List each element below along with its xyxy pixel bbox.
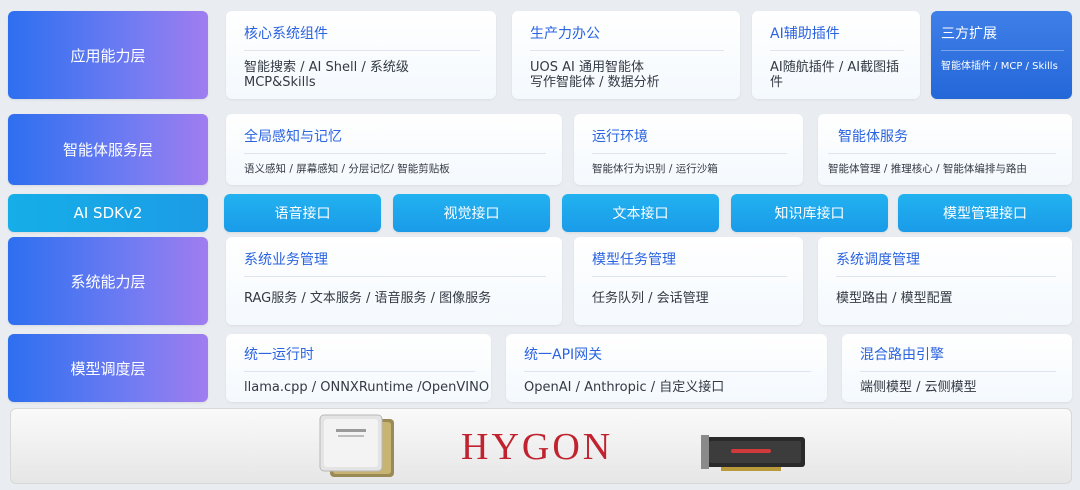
layer-label-system: 系统能力层 xyxy=(8,237,208,325)
card-title: 全局感知与记忆 xyxy=(244,126,546,154)
model-card-unified-runtime: 统一运行时 llama.cpp / ONNXRuntime /OpenVINO xyxy=(226,334,491,402)
card-desc: 智能体行为识别 / 运行沙箱 xyxy=(592,163,718,175)
sdk-interface-label: 文本接口 xyxy=(612,206,669,222)
sdk-text-interface: 文本接口 xyxy=(562,194,719,232)
system-card-task-mgmt: 模型任务管理 任务队列 / 会话管理 xyxy=(574,237,803,325)
card-desc: llama.cpp / ONNXRuntime /OpenVINO xyxy=(244,380,490,395)
layer-label-text: 系统能力层 xyxy=(70,272,146,291)
model-card-hybrid-router: 混合路由引擎 端侧模型 / 云侧模型 xyxy=(842,334,1072,402)
card-desc: 模型路由 / 模型配置 xyxy=(836,291,953,306)
card-desc: RAG服务 / 文本服务 / 语音服务 / 图像服务 xyxy=(244,291,492,306)
sdk-interface-label: 模型管理接口 xyxy=(943,206,1027,222)
card-desc: 智能体插件 / MCP / Skills xyxy=(941,61,1058,72)
card-desc: 智能体管理 / 推理核心 / 智能体编排与路由 xyxy=(828,163,1027,175)
card-title: AI辅助插件 xyxy=(770,23,904,51)
card-title: 混合路由引擎 xyxy=(860,344,1056,372)
sdk-voice-interface: 语音接口 xyxy=(224,194,381,232)
gpu-card-icon xyxy=(701,435,805,471)
sdk-knowledge-interface: 知识库接口 xyxy=(731,194,888,232)
app-card-core-components: 核心系统组件 智能搜索 / AI Shell / 系统级 MCP&Skills xyxy=(226,11,496,99)
card-desc: 智能搜索 / AI Shell / 系统级 MCP&Skills xyxy=(244,60,409,90)
agent-card-perception-memory: 全局感知与记忆 语义感知 / 屏幕感知 / 分层记忆/ 智能剪贴板 xyxy=(226,114,562,185)
layer-label-agent: 智能体服务层 xyxy=(8,114,208,185)
card-title: 系统调度管理 xyxy=(836,249,1056,277)
layer-label-text: 模型调度层 xyxy=(70,359,146,378)
layer-label-app: 应用能力层 xyxy=(8,11,208,99)
hygon-logo: HYGON xyxy=(461,426,614,468)
card-title: 系统业务管理 xyxy=(244,249,546,277)
cpu-chip-icon xyxy=(319,414,394,477)
layer-label-sdk: AI SDKv2 xyxy=(8,194,208,232)
card-title: 三方扩展 xyxy=(941,23,1064,51)
layer-label-text: AI SDKv2 xyxy=(73,204,143,222)
card-title: 核心系统组件 xyxy=(244,23,480,51)
sdk-interface-label: 语音接口 xyxy=(274,206,331,222)
layer-label-model: 模型调度层 xyxy=(8,334,208,402)
sdk-interface-label: 视觉接口 xyxy=(443,206,500,222)
system-card-scheduling-mgmt: 系统调度管理 模型路由 / 模型配置 xyxy=(818,237,1072,325)
layer-label-text: 智能体服务层 xyxy=(62,141,153,159)
card-desc: AI随航插件 / AI截图插件 xyxy=(770,60,900,90)
card-desc: 端侧模型 / 云侧模型 xyxy=(860,380,977,395)
card-desc: OpenAI / Anthropic / 自定义接口 xyxy=(524,380,725,395)
layer-label-text: 应用能力层 xyxy=(70,46,146,65)
system-card-business-mgmt: 系统业务管理 RAG服务 / 文本服务 / 语音服务 / 图像服务 xyxy=(226,237,562,325)
hardware-bar: HYGON xyxy=(10,408,1072,484)
card-title: 统一运行时 xyxy=(244,344,475,372)
card-title: 运行环境 xyxy=(592,126,787,154)
model-card-api-gateway: 统一API网关 OpenAI / Anthropic / 自定义接口 xyxy=(506,334,827,402)
card-title: 模型任务管理 xyxy=(592,249,787,277)
card-desc: 任务队列 / 会话管理 xyxy=(592,291,709,306)
card-title: 生产力办公 xyxy=(530,23,724,51)
agent-card-runtime-env: 运行环境 智能体行为识别 / 运行沙箱 xyxy=(574,114,803,185)
card-desc: UOS AI 通用智能体 写作智能体 / 数据分析 xyxy=(530,60,660,90)
app-card-productivity: 生产力办公 UOS AI 通用智能体 写作智能体 / 数据分析 xyxy=(512,11,740,99)
sdk-model-management-interface: 模型管理接口 xyxy=(898,194,1072,232)
sdk-interface-label: 知识库接口 xyxy=(774,206,845,222)
card-desc: 语义感知 / 屏幕感知 / 分层记忆/ 智能剪贴板 xyxy=(244,163,450,175)
card-title: 智能体服务 xyxy=(828,126,1056,154)
card-title: 统一API网关 xyxy=(524,344,811,372)
agent-card-agent-service: 智能体服务 智能体管理 / 推理核心 / 智能体编排与路由 xyxy=(818,114,1072,185)
sdk-vision-interface: 视觉接口 xyxy=(393,194,550,232)
app-card-ai-plugins: AI辅助插件 AI随航插件 / AI截图插件 xyxy=(752,11,920,99)
app-card-third-party: 三方扩展 智能体插件 / MCP / Skills xyxy=(931,11,1072,99)
